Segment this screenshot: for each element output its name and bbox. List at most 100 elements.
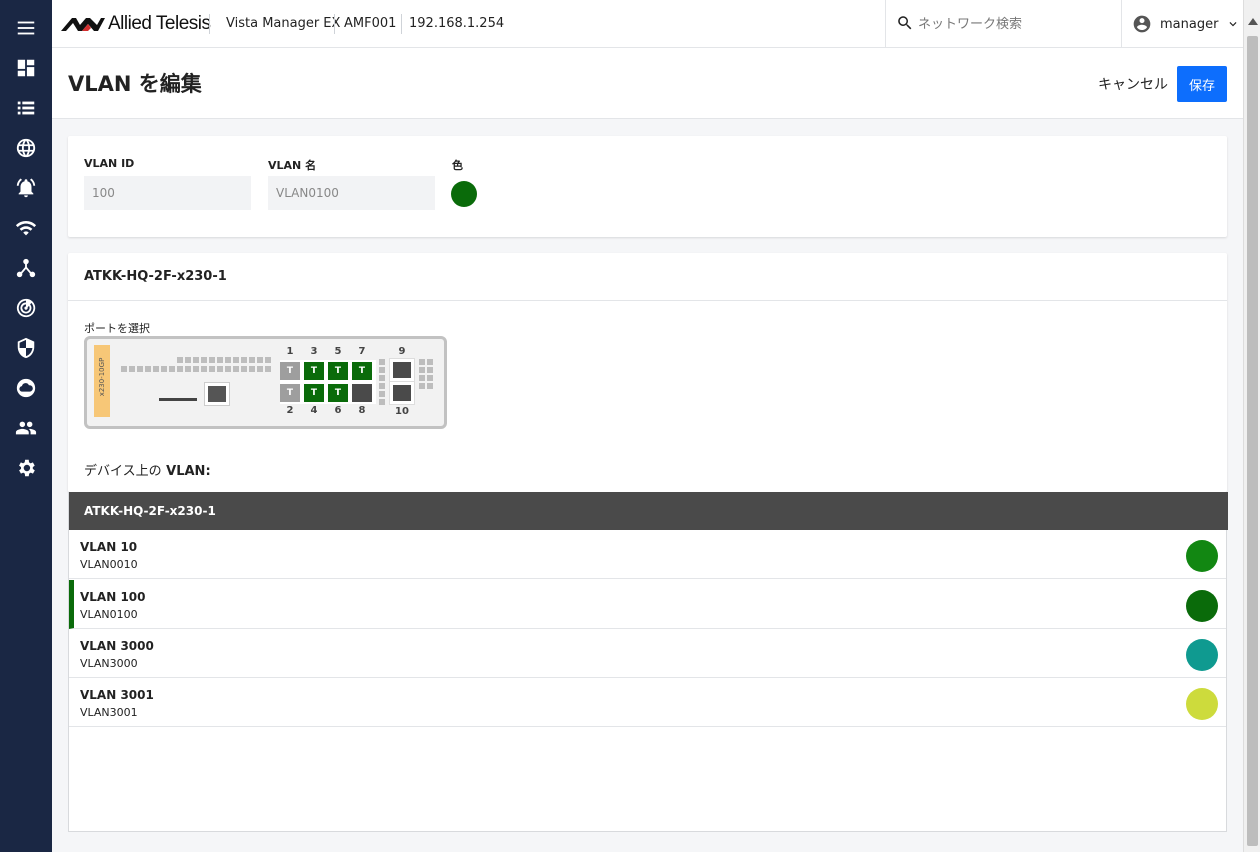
led-indicator: [265, 366, 271, 372]
scroll-thumb[interactable]: [1247, 36, 1258, 846]
alarm-icon[interactable]: [0, 168, 52, 208]
save-button[interactable]: 保存: [1177, 66, 1227, 102]
port-number-5: 5: [334, 346, 342, 357]
vlan-table-header: ATKK-HQ-2F-x230-1: [69, 492, 1228, 530]
radar-icon[interactable]: [0, 288, 52, 328]
wifi-icon[interactable]: [0, 208, 52, 248]
led-indicator: [185, 357, 191, 363]
port-8[interactable]: [352, 384, 372, 402]
switch-front-panel: x230-10GP 1 3 5 7 T T T T T T T 2 4 6 8 …: [84, 336, 447, 429]
vlan-color-dot: [1186, 540, 1218, 572]
led-indicator: [379, 359, 385, 365]
led-indicator: [265, 357, 271, 363]
led-indicator: [419, 359, 425, 365]
vlan-id-input[interactable]: [84, 176, 251, 210]
table-row[interactable]: VLAN 3000 VLAN3000: [69, 629, 1226, 678]
shield-icon[interactable]: [0, 328, 52, 368]
port-number-4: 4: [310, 405, 318, 416]
user-menu[interactable]: manager: [1132, 12, 1240, 36]
color-label: 色: [452, 159, 463, 172]
led-indicator: [379, 399, 385, 405]
account-circle-icon: [1133, 15, 1151, 33]
port-9[interactable]: [389, 358, 415, 382]
led-indicator: [241, 357, 247, 363]
vlan-color-dot: [1186, 590, 1218, 622]
port-4[interactable]: T: [304, 384, 324, 402]
port-tag: T: [286, 388, 294, 398]
led-indicator: [427, 367, 433, 373]
vlan-row-name: VLAN 3000: [80, 639, 154, 653]
select-port-label: ポートを選択: [84, 322, 150, 335]
led-indicator: [217, 366, 223, 372]
led-indicator: [249, 357, 255, 363]
led-indicator: [419, 367, 425, 373]
color-picker[interactable]: [451, 181, 477, 207]
port-3[interactable]: T: [304, 362, 324, 380]
led-indicator: [427, 383, 433, 389]
top-bar: Allied Telesis Vista Manager EX AMF001 1…: [52, 0, 1243, 48]
topology-icon[interactable]: [0, 248, 52, 288]
vlans-on-device-prefix: デバイス上の: [84, 464, 162, 479]
breadcrumb-separator: [334, 14, 335, 34]
gear-icon[interactable]: [0, 448, 52, 488]
port-number-9: 9: [398, 346, 406, 357]
port-2[interactable]: T: [280, 384, 300, 402]
model-label: x230-10GP: [98, 357, 106, 397]
users-icon[interactable]: [0, 408, 52, 448]
led-indicator: [137, 366, 143, 372]
led-indicator: [249, 366, 255, 372]
port-number-6: 6: [334, 405, 342, 416]
led-indicator: [241, 366, 247, 372]
page-header: VLAN を編集 キャンセル 保存: [52, 48, 1243, 119]
device-card: ATKK-HQ-2F-x230-1 ポートを選択 x230-10GP 1 3 5…: [68, 253, 1227, 492]
table-row[interactable]: VLAN 100 VLAN0100: [69, 580, 1226, 629]
led-indicator: [427, 359, 433, 365]
divider: [68, 300, 1227, 301]
cloud-icon[interactable]: [0, 368, 52, 408]
vlan-row-label: VLAN3001: [80, 706, 138, 719]
port-7[interactable]: T: [352, 362, 372, 380]
led-indicator: [177, 357, 183, 363]
led-indicator: [233, 357, 239, 363]
led-indicator: [257, 357, 263, 363]
vlan-id-label: VLAN ID: [84, 157, 135, 170]
led-indicator: [193, 366, 199, 372]
port-number-3: 3: [310, 346, 318, 357]
vlan-row-name: VLAN 10: [80, 540, 138, 554]
brand-logo[interactable]: Allied Telesis: [60, 12, 211, 36]
table-row[interactable]: VLAN 10 VLAN0010: [69, 530, 1226, 579]
port-10[interactable]: [389, 381, 415, 405]
vlan-row-label: VLAN3000: [80, 657, 138, 670]
port-6[interactable]: T: [328, 384, 348, 402]
led-indicator: [169, 366, 175, 372]
area-name[interactable]: AMF001: [344, 16, 396, 31]
led-indicator: [225, 366, 231, 372]
vlan-name-input[interactable]: [268, 176, 435, 210]
port-5[interactable]: T: [328, 362, 348, 380]
search-icon: [898, 16, 912, 30]
vlan-row-label: VLAN0100: [80, 608, 138, 621]
menu-icon[interactable]: [0, 8, 52, 48]
led-indicator: [379, 383, 385, 389]
sidebar: [0, 0, 52, 852]
vlan-name-label: VLAN 名: [268, 159, 317, 172]
breadcrumb-separator: [401, 14, 402, 34]
table-row[interactable]: VLAN 3001 VLAN3001: [69, 678, 1226, 727]
globe-icon[interactable]: [0, 128, 52, 168]
dashboard-icon[interactable]: [0, 48, 52, 88]
search-input[interactable]: [918, 12, 1108, 36]
port-1[interactable]: T: [280, 362, 300, 380]
device-title: ATKK-HQ-2F-x230-1: [84, 269, 227, 284]
port-tag: T: [286, 366, 294, 376]
port-number-2: 2: [286, 405, 294, 416]
scrollbar[interactable]: [1243, 0, 1260, 852]
list-icon[interactable]: [0, 88, 52, 128]
port-number-8: 8: [358, 405, 366, 416]
vlan-color-dot: [1186, 688, 1218, 720]
led-indicator: [209, 357, 215, 363]
led-indicator: [419, 375, 425, 381]
led-indicator: [257, 366, 263, 372]
cancel-button[interactable]: キャンセル: [1088, 66, 1178, 102]
scroll-up-arrow-icon[interactable]: [1248, 18, 1258, 25]
led-indicator: [225, 357, 231, 363]
